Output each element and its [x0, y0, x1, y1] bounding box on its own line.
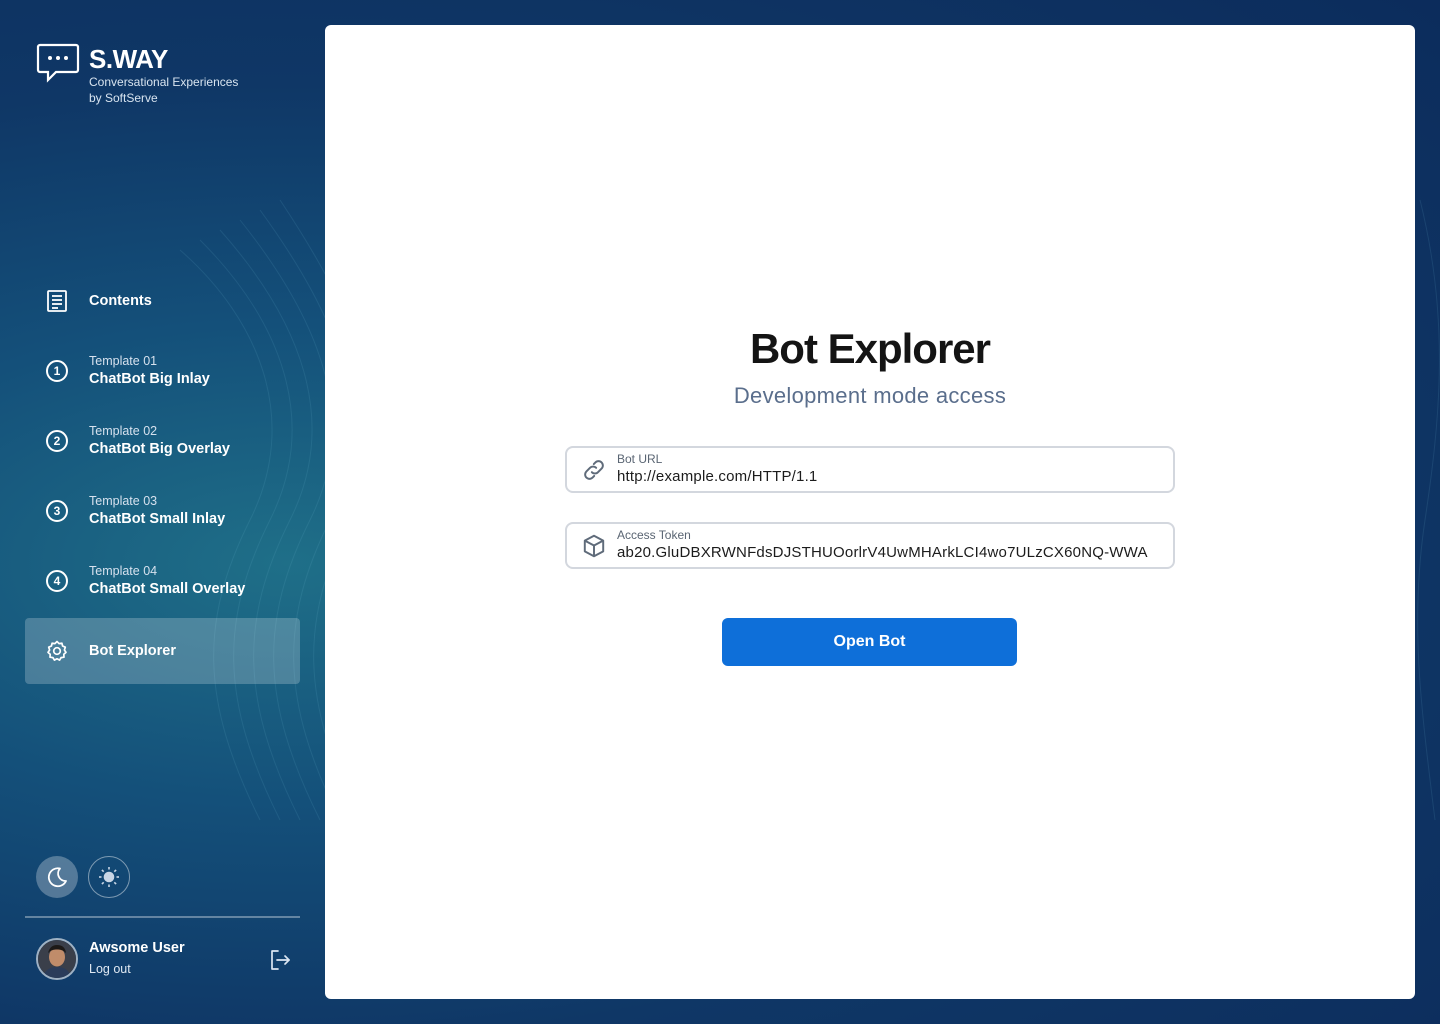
sidebar: S.WAY Conversational Experiences by Soft…	[0, 0, 325, 1024]
sidebar-item-template-02[interactable]: 2 Template 02 ChatBot Big Overlay	[25, 406, 300, 476]
sidebar-item-sublabel: Template 01	[89, 354, 158, 368]
sidebar-item-label: Contents	[89, 293, 152, 309]
sidebar-item-sublabel: Template 02	[89, 424, 158, 438]
gear-icon	[45, 639, 69, 663]
sidebar-item-template-03[interactable]: 3 Template 03 ChatBot Small Inlay	[25, 476, 300, 546]
cube-icon	[583, 534, 605, 558]
sidebar-item-bot-explorer[interactable]: Bot Explorer	[25, 618, 300, 684]
user-name: Awsome User	[89, 940, 185, 956]
link-icon	[584, 460, 604, 480]
brand-tagline-line1: Conversational Experiences	[89, 75, 239, 89]
sidebar-item-label: Bot Explorer	[89, 643, 177, 659]
light-mode-button[interactable]	[88, 856, 130, 898]
brand-logo[interactable]: S.WAY Conversational Experiences by Soft…	[36, 42, 238, 106]
sidebar-item-label: ChatBot Big Inlay	[89, 371, 210, 387]
chat-bubble-icon	[36, 43, 80, 83]
brand-tagline-line2: by SoftServe	[89, 91, 158, 105]
sidebar-item-label: ChatBot Big Overlay	[89, 441, 230, 457]
sidebar-nav: Contents 1 Template 01 ChatBot Big Inlay…	[25, 266, 300, 684]
open-bot-button[interactable]: Open Bot	[722, 618, 1017, 666]
sidebar-divider	[25, 916, 300, 918]
sun-icon	[99, 867, 119, 887]
sidebar-item-sublabel: Template 04	[89, 564, 158, 578]
theme-toggle	[36, 856, 140, 898]
sidebar-item-label: ChatBot Small Inlay	[89, 511, 226, 527]
sidebar-item-contents[interactable]: Contents	[25, 266, 300, 336]
logout-link[interactable]: Log out	[89, 958, 185, 980]
sidebar-item-label: ChatBot Small Overlay	[89, 581, 246, 597]
sidebar-item-template-01[interactable]: 1 Template 01 ChatBot Big Inlay	[25, 336, 300, 406]
access-token-field[interactable]: Access Token	[565, 522, 1175, 569]
access-token-label: Access Token	[617, 528, 691, 542]
moon-icon	[47, 867, 67, 888]
main-panel: Bot Explorer Development mode access Bot…	[325, 25, 1415, 999]
number-1-icon: 1	[45, 359, 69, 383]
sidebar-item-sublabel: Template 03	[89, 494, 158, 508]
brand-name: S.WAY	[89, 44, 168, 74]
page-title: Bot Explorer	[749, 325, 991, 372]
avatar[interactable]	[36, 938, 78, 980]
user-profile: Awsome User Log out	[36, 938, 296, 980]
number-2-icon: 2	[45, 429, 69, 453]
number-4-icon: 4	[45, 569, 69, 593]
access-token-input[interactable]	[617, 541, 1167, 563]
logout-icon[interactable]	[268, 948, 292, 972]
bot-url-label: Bot URL	[617, 452, 663, 466]
page-subtitle: Development mode access	[733, 383, 1007, 408]
bot-url-field[interactable]: Bot URL	[565, 446, 1175, 493]
sidebar-item-template-04[interactable]: 4 Template 04 ChatBot Small Overlay	[25, 546, 300, 616]
number-3-icon: 3	[45, 499, 69, 523]
bot-url-input[interactable]	[617, 465, 1167, 487]
dark-mode-button[interactable]	[36, 856, 78, 898]
list-document-icon	[45, 289, 69, 313]
